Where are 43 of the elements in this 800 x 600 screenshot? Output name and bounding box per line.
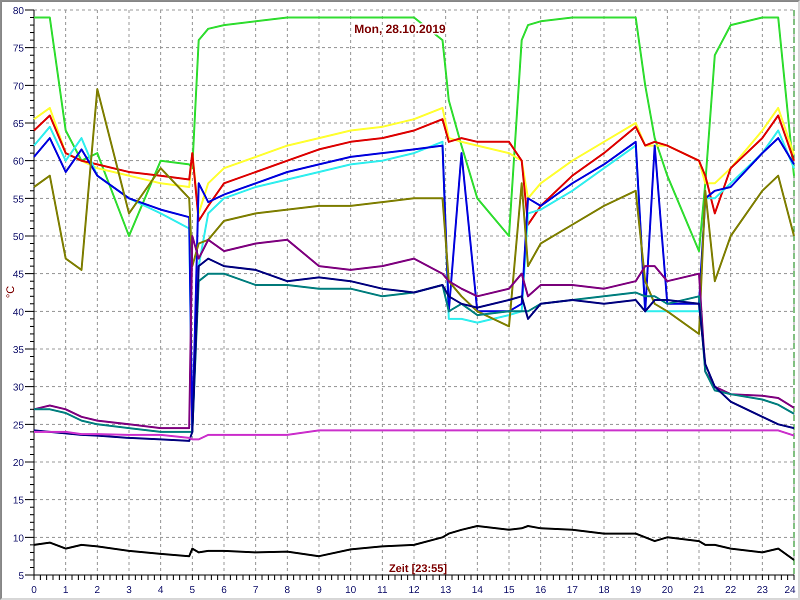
axis-tick-label: 9 [316,585,322,596]
axis-tick-label: 15 [503,585,515,596]
axis-tick-label: 40 [12,307,24,318]
axis-tick-label: 50 [12,232,24,243]
axis-tick-label: 1 [62,585,68,596]
axis-tick-label: 55 [12,194,24,206]
axis-tick-label: 5 [18,571,24,582]
axis-tick-label: 10 [12,533,24,544]
y-axis-title: °C [5,286,17,298]
axis-tick-label: 80 [12,6,24,17]
axis-tick-label: 19 [630,585,642,596]
axis-tick-label: 35 [12,345,24,356]
axis-tick-label: 20 [662,585,673,596]
axis-tick-label: 3 [126,585,132,596]
axis-tick-label: 25 [12,420,24,432]
axis-tick-label: 14 [472,585,483,596]
axis-tick-label: 13 [440,585,452,596]
axis-tick-label: 16 [535,585,546,596]
axis-tick-label: 65 [12,119,24,130]
axis-tick-label: 11 [377,585,388,596]
axis-tick-label: 60 [12,156,24,168]
axis-tick-label: 21 [693,585,705,596]
axis-tick-label: 45 [12,270,24,281]
axis-tick-label: 23 [756,585,768,596]
axis-tick-label: 18 [598,585,610,596]
axis-tick-label: 22 [725,585,736,596]
axis-tick-label: 7 [252,585,258,596]
axis-tick-label: 4 [158,585,164,596]
axis-tick-label: 70 [12,81,24,92]
axis-tick-label: 30 [12,382,24,394]
axis-tick-label: 5 [190,585,196,596]
axis-tick-label: 75 [12,44,24,55]
axis-tick-label: 17 [566,585,578,596]
axis-tick-label: 0 [31,585,37,596]
axis-tick-label: 10 [345,585,356,596]
x-axis-title: Zeit [23:55] [388,563,448,575]
axis-tick-label: 6 [221,585,227,596]
axis-tick-label: 8 [284,585,290,596]
axis-tick-label: 15 [12,496,24,507]
axis-tick-label: 2 [94,585,100,596]
axis-tick-label: 20 [12,458,24,469]
axis-tick-label: 24 [784,585,796,596]
axis-tick-label: 12 [408,585,420,596]
